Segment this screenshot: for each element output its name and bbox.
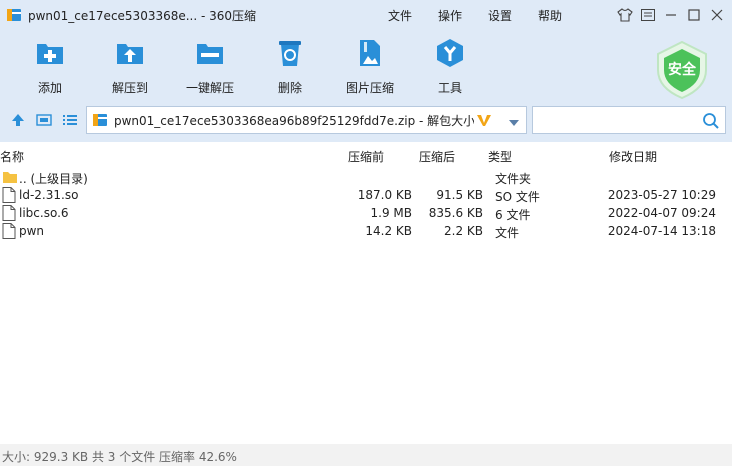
chevron-down-icon[interactable] [508, 116, 520, 130]
file-icon [2, 187, 16, 203]
one-click-extract-button[interactable]: 一键解压 [170, 38, 250, 96]
menu-bar: 文件 操作 设置 帮助 [388, 0, 588, 30]
list-item-parent[interactable]: .. (上级目录) 文件夹 [0, 168, 732, 186]
view-list-icon[interactable] [62, 112, 78, 128]
zip-archive-icon [92, 112, 108, 128]
minimize-icon[interactable] [659, 0, 682, 30]
file-original-size: 835.6 KB [428, 206, 483, 220]
app-logo-icon [6, 7, 22, 23]
image-compress-icon [360, 40, 380, 66]
skin-shirt-icon[interactable] [613, 0, 636, 30]
file-original-size: 2.2 KB [444, 224, 483, 238]
image-compress-button[interactable]: 图片压缩 [330, 38, 410, 96]
window-controls [613, 0, 728, 30]
recycle-bin-icon [279, 41, 301, 66]
column-name[interactable]: 名称 [0, 148, 24, 165]
menu-file[interactable]: 文件 [388, 7, 412, 24]
file-name: libc.so.6 [19, 206, 69, 220]
address-bar: pwn01_ce17ece5303368ea96b89f25129fdd7e.z… [0, 100, 732, 142]
main-menu-icon[interactable] [636, 0, 659, 30]
search-input[interactable] [532, 106, 726, 134]
file-list-header: 名称 压缩前 压缩后 类型 修改日期 [0, 145, 732, 167]
file-icon [2, 223, 16, 239]
toolbar: 添加 解压到 一键解压 删除 图片压缩 工具 安全 [0, 30, 732, 100]
menu-help[interactable]: 帮助 [538, 7, 562, 24]
delete-button[interactable]: 删除 [250, 38, 330, 96]
tools-button[interactable]: 工具 [410, 38, 490, 96]
tools-label: 工具 [437, 81, 462, 95]
vip-crown-icon [477, 115, 491, 126]
file-compressed-size: 187.0 KB [357, 188, 412, 202]
folder-icon [3, 172, 17, 183]
file-type: 文件 [495, 226, 520, 240]
window-title: pwn01_ce17ece5303368e... - 360压缩 [28, 8, 257, 23]
file-type: SO 文件 [495, 190, 540, 204]
status-bar: 大小: 929.3 KB 共 3 个文件 压缩率 42.6% [0, 444, 732, 466]
add-label: 添加 [37, 81, 62, 95]
file-type: 文件夹 [495, 172, 532, 186]
column-original[interactable]: 压缩后 [419, 148, 455, 165]
extract-to-label: 解压到 [111, 81, 148, 95]
add-button[interactable]: 添加 [10, 38, 90, 96]
file-original-size: 91.5 KB [436, 188, 483, 202]
image-compress-label: 图片压缩 [345, 81, 394, 95]
file-icon [2, 205, 16, 221]
file-compressed-size: 14.2 KB [365, 224, 412, 238]
search-icon[interactable] [702, 112, 720, 133]
extract-to-button[interactable]: 解压到 [90, 38, 170, 96]
security-shield-badge[interactable]: 安全 [654, 40, 710, 100]
file-modified: 2022-04-07 09:24 [607, 206, 716, 220]
maximize-icon[interactable] [682, 0, 705, 30]
menu-operation[interactable]: 操作 [438, 7, 462, 24]
close-icon[interactable] [705, 0, 728, 30]
title-bar: pwn01_ce17ece5303368e... - 360压缩 文件 操作 设… [0, 0, 732, 30]
status-text: 大小: 929.3 KB 共 3 个文件 压缩率 42.6% [2, 450, 237, 464]
column-compressed[interactable]: 压缩前 [348, 148, 384, 165]
file-name: .. (上级目录) [19, 172, 88, 186]
path-field[interactable]: pwn01_ce17ece5303368ea96b89f25129fdd7e.z… [86, 106, 527, 134]
delete-label: 删除 [277, 81, 302, 95]
file-compressed-size: 1.9 MB [370, 206, 412, 220]
extract-to-icon [117, 44, 143, 64]
file-name: pwn [19, 224, 45, 238]
tools-icon [437, 39, 463, 67]
file-modified: 2024-07-14 13:18 [607, 224, 716, 238]
path-text: pwn01_ce17ece5303368ea96b89f25129fdd7e.z… [114, 113, 474, 128]
list-item[interactable]: libc.so.6 1.9 MB 835.6 KB 6 文件 2022-04-0… [0, 204, 732, 222]
file-type: 6 文件 [495, 208, 531, 222]
view-thumbnail-icon[interactable] [36, 112, 52, 128]
security-badge-label: 安全 [668, 62, 696, 78]
list-item[interactable]: ld-2.31.so 187.0 KB 91.5 KB SO 文件 2023-0… [0, 186, 732, 204]
file-name: ld-2.31.so [19, 188, 79, 202]
file-list: .. (上级目录) 文件夹 ld-2.31.so 187.0 KB 91.5 K… [0, 168, 732, 240]
column-modified[interactable]: 修改日期 [609, 148, 657, 165]
list-item[interactable]: pwn 14.2 KB 2.2 KB 文件 2024-07-14 13:18 [0, 222, 732, 240]
up-arrow-icon[interactable] [10, 112, 26, 128]
menu-settings[interactable]: 设置 [488, 7, 512, 24]
file-modified: 2023-05-27 10:29 [607, 188, 716, 202]
one-click-extract-label: 一键解压 [185, 81, 234, 95]
column-type[interactable]: 类型 [488, 148, 512, 165]
one-click-extract-icon [197, 44, 223, 64]
add-icon [37, 44, 63, 64]
